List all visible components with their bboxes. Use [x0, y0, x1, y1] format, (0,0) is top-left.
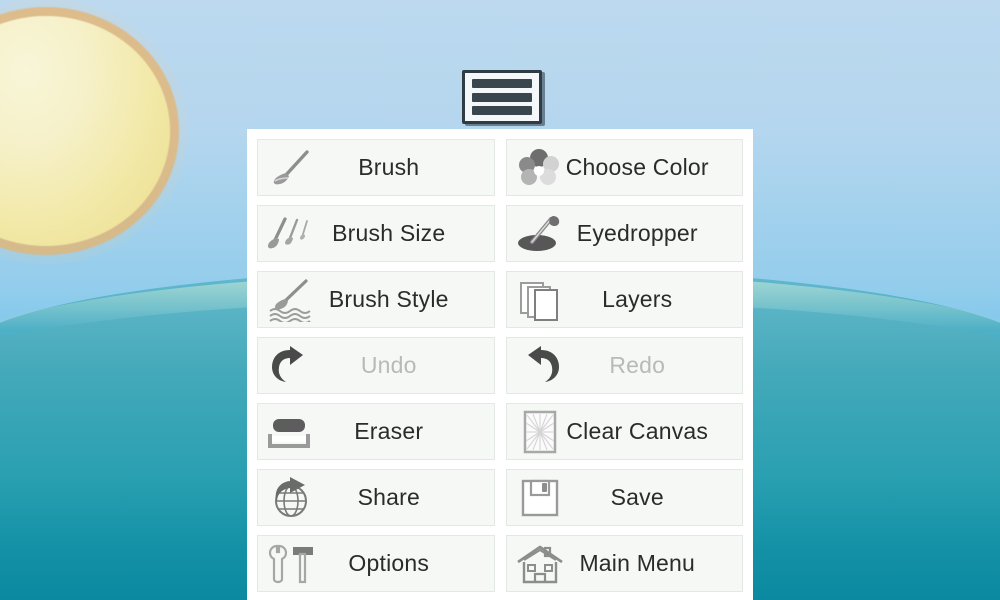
- tool-button-redo[interactable]: Redo: [505, 337, 743, 394]
- brush-sizes-icon: [264, 211, 318, 257]
- hamburger-bar-3: [472, 106, 532, 115]
- blank-canvas-icon: [513, 409, 567, 455]
- tool-button-eyedropper[interactable]: Eyedropper: [505, 205, 743, 262]
- tool-button-undo[interactable]: Undo: [257, 337, 495, 394]
- hamburger-bar-2: [472, 92, 532, 102]
- eyedropper-icon: [513, 211, 567, 257]
- tool-button-grid: Brush Choose Color Brush Size Eyedropper…: [257, 139, 743, 592]
- tool-button-label: Undo: [360, 352, 417, 378]
- app-root: Brush Choose Color Brush Size Eyedropper…: [0, 0, 1000, 600]
- tool-button-label: Eyedropper: [576, 220, 698, 246]
- tool-button-share[interactable]: Share: [257, 469, 495, 526]
- house-icon: [513, 541, 567, 587]
- tool-button-clear-canvas[interactable]: Clear Canvas: [505, 403, 743, 460]
- tool-button-options[interactable]: Options: [257, 535, 495, 592]
- brush-waves-icon: [264, 277, 318, 323]
- tool-button-brush-style[interactable]: Brush Style: [257, 271, 495, 328]
- tool-button-label: Share: [357, 484, 420, 510]
- redo-arrow-icon: [513, 343, 567, 389]
- tool-button-label: Main Menu: [579, 550, 696, 576]
- hamburger-bar-1: [472, 79, 532, 88]
- tool-button-label: Brush Size: [332, 220, 446, 246]
- tool-button-label: Layers: [602, 286, 673, 312]
- wrench-hammer-icon: [264, 541, 318, 587]
- undo-arrow-icon: [264, 343, 318, 389]
- hamburger-menu-button[interactable]: [462, 70, 542, 124]
- floppy-disk-icon: [513, 475, 567, 521]
- tool-button-eraser[interactable]: Eraser: [257, 403, 495, 460]
- tool-button-brush[interactable]: Brush: [257, 139, 495, 196]
- tool-button-choose-color[interactable]: Choose Color: [505, 139, 743, 196]
- tool-button-label: Brush: [358, 154, 420, 180]
- tool-button-label: Options: [348, 550, 430, 576]
- globe-share-icon: [264, 475, 318, 521]
- tool-button-save[interactable]: Save: [505, 469, 743, 526]
- paintbrush-icon: [264, 145, 318, 191]
- layers-icon: [513, 277, 567, 323]
- color-circles-icon: [513, 145, 567, 191]
- tool-button-brush-size[interactable]: Brush Size: [257, 205, 495, 262]
- tool-button-main-menu[interactable]: Main Menu: [505, 535, 743, 592]
- tool-button-label: Eraser: [354, 418, 424, 444]
- tool-button-label: Brush Style: [328, 286, 449, 312]
- tool-button-label: Redo: [609, 352, 666, 378]
- eraser-icon: [264, 409, 318, 455]
- tool-button-label: Save: [610, 484, 664, 510]
- tool-menu-panel: Brush Choose Color Brush Size Eyedropper…: [247, 129, 753, 600]
- tool-button-layers[interactable]: Layers: [505, 271, 743, 328]
